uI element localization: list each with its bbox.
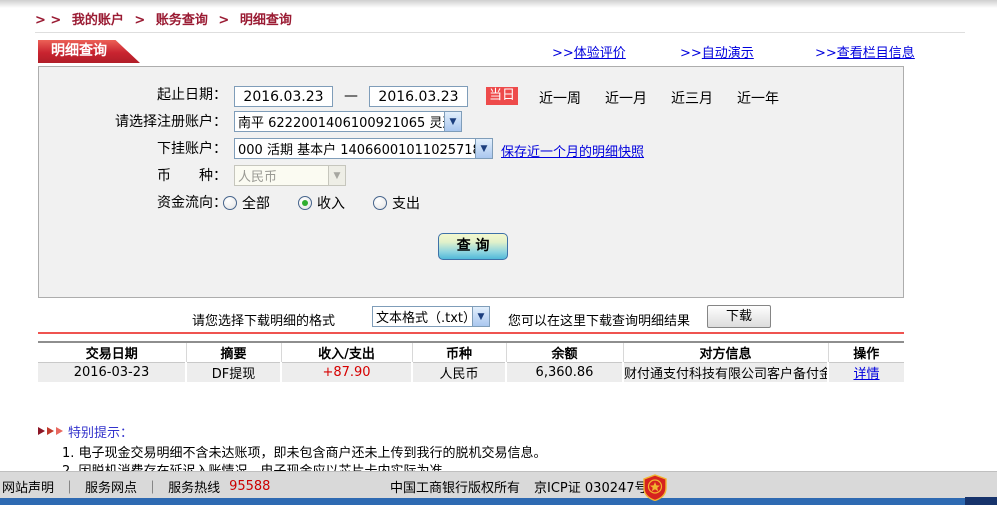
date-range-label: 起止日期：: [39, 85, 227, 106]
link-arrows: >>: [552, 46, 574, 61]
cell-currency: 人民币: [412, 363, 506, 383]
breadcrumb-separator: >: [218, 13, 229, 28]
cell-counterparty: 财付通支付科技有限公司客户备付金: [623, 363, 828, 383]
sub-account-label: 下挂账户：: [39, 139, 227, 160]
transaction-table: 交易日期 摘要 收入/支出 币种 余额 对方信息 操作 2016-03-23 D…: [38, 341, 904, 382]
bottom-bar-dark-segment: [965, 497, 997, 505]
register-account-label: 请选择注册账户：: [39, 112, 227, 133]
notice-item-1: 1. 电子现金交易明细不含未达账项，即未包含商户还未上传到我行的脱机交易信息。: [62, 442, 547, 461]
date-separator: —: [340, 88, 362, 104]
notice-title: 特别提示：: [68, 422, 133, 441]
security-badge-icon[interactable]: [642, 474, 668, 501]
radio-option-income[interactable]: 收入: [298, 193, 345, 213]
range-last-month[interactable]: 近一月: [605, 88, 647, 108]
triple-arrow-icon: [38, 427, 63, 435]
divider: [35, 32, 965, 33]
radio-icon: [298, 196, 312, 210]
bottom-blue-bar: [0, 497, 997, 505]
date-from-input[interactable]: [234, 86, 333, 107]
col-header-action: 操作: [828, 342, 904, 363]
detail-link[interactable]: 详情: [853, 367, 879, 382]
chevron-down-icon: ▼: [328, 166, 345, 185]
col-header-date: 交易日期: [38, 342, 186, 363]
download-format-label: 请您选择下载明细的格式: [192, 310, 335, 329]
radio-icon: [373, 196, 387, 210]
icp-number: 京ICP证 030247号: [534, 477, 648, 496]
cell-summary: DF提现: [186, 363, 281, 383]
currency-select-disabled: 人民币 ▼: [234, 165, 346, 186]
radio-option-expense[interactable]: 支出: [373, 193, 420, 213]
breadcrumb-item-my-account[interactable]: 我的账户: [72, 13, 124, 28]
table-row: 2016-03-23 DF提现 +87.90 人民币 6,360.86 财付通支…: [38, 363, 904, 383]
cell-amount: +87.90: [281, 363, 412, 383]
copyright-text: 中国工商银行版权所有: [390, 477, 520, 496]
breadcrumb-separator: >: [134, 13, 145, 28]
chevron-down-icon: ▼: [444, 112, 461, 131]
download-button[interactable]: 下载: [707, 305, 771, 328]
register-account-select[interactable]: 南平 6222001406100921065 灵通卡 ▼: [234, 111, 462, 132]
table-header-row: 交易日期 摘要 收入/支出 币种 余额 对方信息 操作: [38, 342, 904, 363]
top-gradient-strip: [0, 0, 997, 8]
fund-flow-radio-group: 全部 收入 支出: [223, 193, 420, 213]
sub-account-select[interactable]: 000 活期 基本户 1406600101102571848 ▼: [234, 138, 493, 159]
fund-flow-label: 资金流向：: [39, 193, 227, 214]
currency-label: 币 种：: [39, 166, 227, 187]
breadcrumb: > > 我的账户 > 账务查询 > 明细查询: [35, 9, 298, 28]
breadcrumb-prefix: > >: [35, 13, 61, 28]
service-outlets-link[interactable]: 服务网点: [85, 477, 137, 496]
col-header-balance: 余额: [506, 342, 623, 363]
radio-option-all[interactable]: 全部: [223, 193, 270, 213]
date-to-input[interactable]: [369, 86, 468, 107]
link-arrows: >>: [815, 46, 837, 61]
site-statement-link[interactable]: 网站声明: [2, 477, 54, 496]
range-last-quarter[interactable]: 近三月: [671, 88, 713, 108]
query-button[interactable]: 查 询: [438, 233, 508, 260]
col-header-counterparty: 对方信息: [623, 342, 828, 363]
download-hint-text: 您可以在这里下载查询明细结果: [508, 310, 690, 329]
query-form-panel: 起止日期： — 当日 近一周 近一月 近三月 近一年 请选择注册账户： 南平 6…: [38, 66, 904, 298]
view-column-info-link[interactable]: >>查看栏目信息: [815, 42, 915, 61]
col-header-currency: 币种: [412, 342, 506, 363]
footer: 网站声明 ｜ 服务网点 ｜ 服务热线 95588 中国工商银行版权所有 京ICP…: [0, 471, 997, 498]
breadcrumb-item-detail-query: 明细查询: [240, 13, 292, 28]
footer-copyright: 中国工商银行版权所有 京ICP证 030247号: [390, 477, 648, 496]
range-last-year[interactable]: 近一年: [737, 88, 779, 108]
cell-balance: 6,360.86: [506, 363, 623, 383]
download-format-select[interactable]: 文本格式（.txt） ▼: [372, 306, 490, 327]
chevron-down-icon: ▼: [472, 307, 489, 326]
col-header-summary: 摘要: [186, 342, 281, 363]
red-divider: [38, 332, 904, 334]
col-header-amount: 收入/支出: [281, 342, 412, 363]
cell-date: 2016-03-23: [38, 363, 186, 383]
footer-links: 网站声明 ｜ 服务网点 ｜ 服务热线 95588: [2, 477, 270, 496]
save-snapshot-link[interactable]: 保存近一个月的明细快照: [501, 141, 644, 160]
auto-demo-link[interactable]: >>自动演示: [680, 42, 754, 61]
range-last-week[interactable]: 近一周: [539, 88, 581, 108]
today-button[interactable]: 当日: [486, 87, 518, 105]
quick-range-group: 近一周 近一月 近三月 近一年: [539, 88, 779, 108]
hotline-label: 服务热线: [168, 477, 220, 496]
link-arrows: >>: [680, 46, 702, 61]
hotline-number: 95588: [229, 479, 270, 494]
chevron-down-icon: ▼: [475, 139, 492, 158]
breadcrumb-item-account-query[interactable]: 账务查询: [156, 13, 208, 28]
experience-rating-link[interactable]: >>体验评价: [552, 42, 626, 61]
panel-title-tab: 明细查询: [38, 40, 140, 63]
radio-icon: [223, 196, 237, 210]
